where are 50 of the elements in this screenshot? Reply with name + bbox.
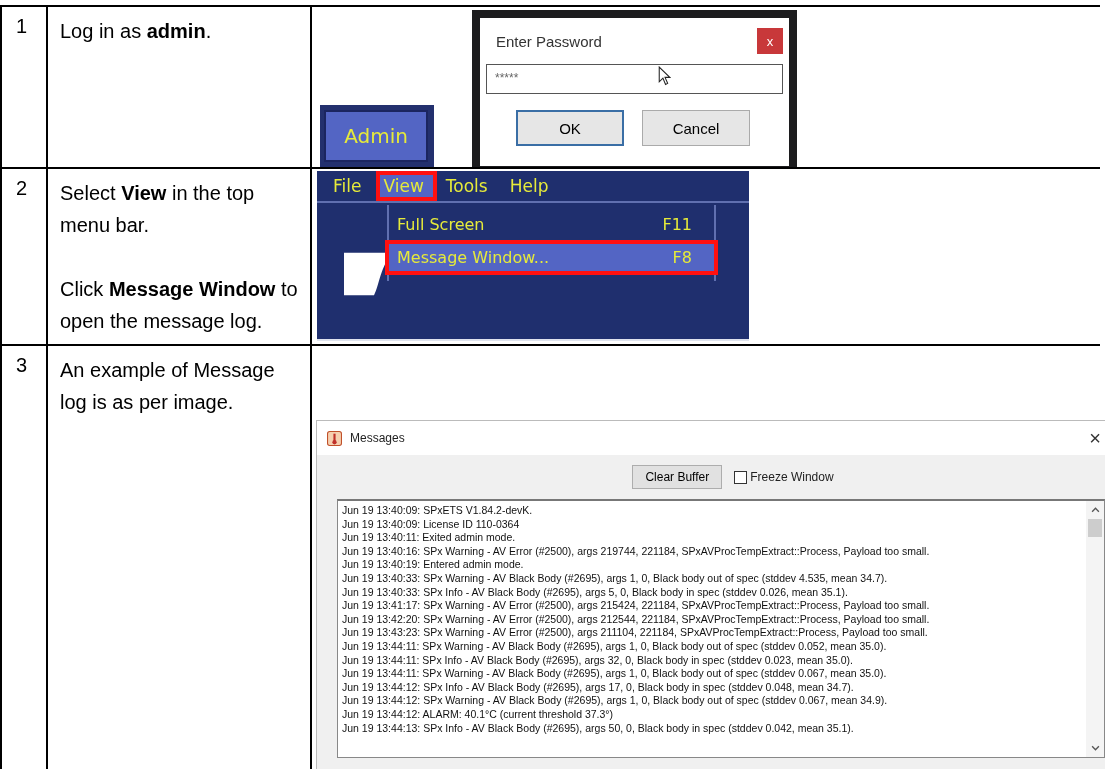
log-line: Jun 19 13:44:12: SPx Warning - AV Black Body (#2695), args 1, 0, Black body out of spec (stddev 0.067, mean 34.9). (342, 694, 889, 708)
instruction-text: An example of Message log is as per image. (60, 358, 276, 415)
thermometer-icon (327, 430, 342, 446)
log-line: Jun 19 13:43:23: SPx Warning - AV Error (#2500), args 211104, 221184, SPxAVProcTempExtract::Process, Payload too small. (342, 626, 929, 640)
shortcut-key: F11 (662, 215, 692, 234)
log-line: Jun 19 13:40:19: Entered admin mode. (342, 558, 525, 572)
password-field[interactable]: ***** (486, 64, 783, 94)
step-number: 3 (16, 354, 28, 376)
scroll-down-icon[interactable] (1090, 745, 1100, 751)
log-line: Jun 19 13:40:09: SPxETS V1.84.2-devK. (342, 504, 534, 518)
instruction-text: Log in as admin. (60, 19, 213, 44)
cancel-button[interactable]: Cancel (642, 110, 750, 146)
step-number: 1 (16, 15, 28, 37)
log-line: Jun 19 13:44:11: SPx Info - AV Black Body (#2695), args 32, 0, Black body in spec (stddev 0.023, mean 35.0). (342, 653, 854, 668)
menu-option[interactable]: Full Screen F11 (389, 211, 714, 238)
checkbox[interactable] (734, 470, 748, 484)
log-line: Jun 19 13:40:16: SPx Warning - AV Error (#2500), args 219744, 221184, SPxAVProcTempExtract::Process, Payload too small. (342, 544, 931, 559)
scroll-thumb[interactable] (1088, 519, 1102, 537)
log-line: Jun 19 13:44:12: SPx Info - AV Black Body (#2695), args 17, 0, Black body in spec (stddev 0.048, mean 34.7). (342, 680, 855, 695)
menu-item[interactable]: File (327, 172, 374, 200)
option-label: Full Screen (397, 215, 485, 234)
close-button[interactable]: × (1089, 426, 1101, 450)
menu-item[interactable]: View (377, 172, 436, 200)
checkbox-label: Freeze Window (750, 470, 834, 484)
log-line: Jun 19 13:44:11: SPx Warning - AV Black Body (#2695), args 1, 0, Black body out of spec (stddev 0.067, mean 35.0). (342, 667, 888, 681)
instruction-text: Select View in the top menu bar. (60, 181, 256, 238)
log-line: Jun 19 13:42:20: SPx Warning - AV Error (#2500), args 212544, 221184, SPxAVProcTempExtract::Process, Payload too small. (342, 612, 931, 627)
ok-button[interactable]: OK (516, 110, 624, 146)
log-line: Jun 19 13:40:09: License ID 110-0364 (342, 517, 521, 532)
step-number: 2 (16, 177, 28, 199)
instruction-text: Click Message Window to open the message log. (60, 277, 299, 334)
option-label: Message Window... (397, 248, 550, 267)
clear-buffer-button[interactable]: Clear Buffer (632, 465, 723, 489)
log-line: Jun 19 13:44:11: SPx Warning - AV Black Body (#2695), args 1, 0, Black body out of spec (stddev 0.052, mean 35.0). (342, 639, 888, 654)
log-line: Jun 19 13:40:11: Exited admin mode. (342, 531, 517, 545)
scrollbar[interactable] (1086, 501, 1104, 757)
log-line: Jun 19 13:44:13: SPx Info - AV Black Body (#2695), args 50, 0, Black body in spec (stddev 0.042, mean 35.1). (342, 721, 855, 736)
log-line: Jun 19 13:44:12: ALARM: 40.1°C (current threshold 37.3°) (342, 707, 615, 722)
close-button[interactable]: x (757, 28, 783, 54)
window-title: Messages (350, 431, 406, 445)
menu-item[interactable]: Tools (439, 172, 500, 200)
log-line: Jun 19 13:40:33: SPx Info - AV Black Body (#2695), args 5, 0, Black body in spec (stddev 0.026, mean 35.1). (342, 585, 849, 600)
scroll-up-icon[interactable] (1090, 507, 1100, 513)
log-line: Jun 19 13:41:17: SPx Warning - AV Error (#2500), args 215424, 221184, SPxAVProcTempExtract::Process, Payload too small. (342, 599, 931, 613)
menu-item[interactable]: Help (503, 172, 561, 200)
shortcut-key: F8 (672, 248, 692, 267)
log-line: Jun 19 13:40:33: SPx Warning - AV Black Body (#2695), args 1, 0, Black body out of spec (stddev 4.535, mean 34.7). (342, 571, 889, 586)
admin-button[interactable]: Admin (324, 110, 428, 162)
dialog-title: Enter Password (496, 32, 602, 50)
mouse-pointer-icon (658, 66, 671, 86)
